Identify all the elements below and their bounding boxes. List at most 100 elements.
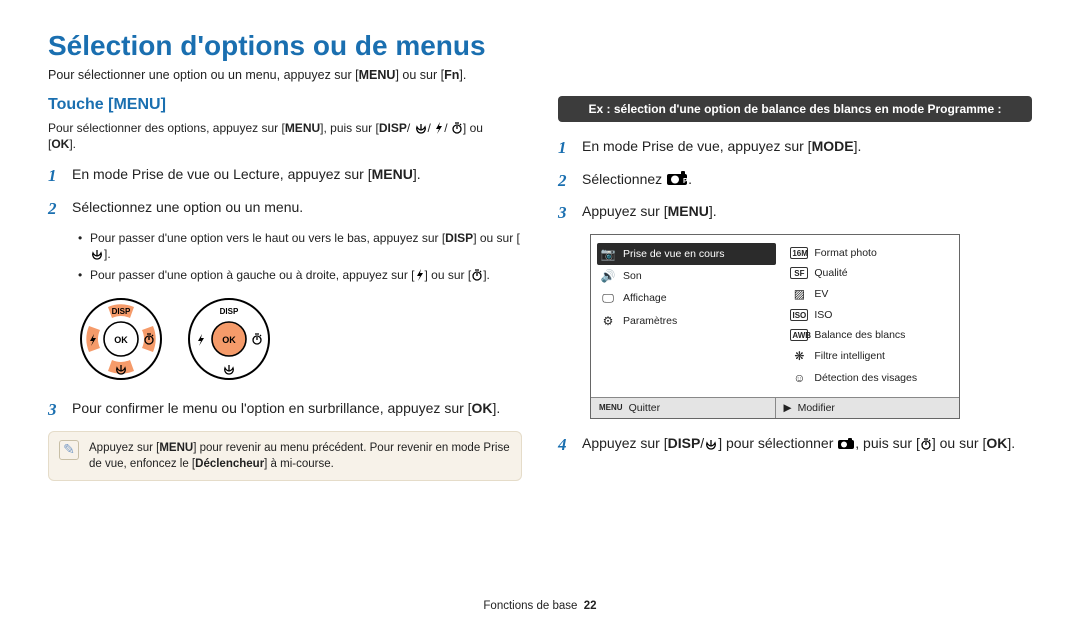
opt-face: ☺Détection des visages bbox=[788, 367, 953, 389]
t: ]. bbox=[483, 268, 490, 282]
t: ]. bbox=[104, 247, 111, 261]
menu-item-display: 🖵 Affichage bbox=[597, 287, 776, 310]
iso-icon: ISO bbox=[790, 309, 808, 321]
bullet: Pour passer d'une option vers le haut ou… bbox=[78, 230, 522, 264]
t: Appuyez sur [ bbox=[582, 203, 668, 219]
fn-key: Fn bbox=[444, 68, 459, 82]
label: Paramètres bbox=[623, 315, 677, 327]
step-number: 4 bbox=[558, 433, 572, 458]
t: Pour passer d'une option vers le haut ou… bbox=[90, 231, 445, 245]
tip-text: Appuyez sur [MENU] pour revenir au menu … bbox=[89, 440, 511, 472]
play-icon: ▶ bbox=[784, 402, 792, 414]
sep: / bbox=[444, 121, 447, 135]
menu-footer: MENU Quitter ▶ Modifier bbox=[591, 397, 959, 418]
opt-wb: AWBBalance des blancs bbox=[788, 325, 953, 345]
menu-key: MENU bbox=[372, 166, 413, 182]
shutter-label: Déclencheur bbox=[195, 458, 264, 470]
macro-icon bbox=[704, 438, 718, 450]
step-3: 3 Pour confirmer le menu ou l'option en … bbox=[48, 398, 522, 423]
tip-box: ✎ Appuyez sur [MENU] pour revenir au men… bbox=[48, 431, 522, 481]
t: ] à mi-course. bbox=[264, 458, 334, 470]
disp-key: DISP bbox=[379, 121, 407, 135]
t: Appuyez sur [ bbox=[582, 435, 668, 451]
note-icon: ✎ bbox=[59, 440, 79, 460]
menu-item-sound: 🔊 Son bbox=[597, 265, 776, 287]
step-text: Sélectionnez une option ou un menu. bbox=[72, 197, 303, 217]
intro-line: Pour sélectionner une option ou un menu,… bbox=[48, 68, 1032, 82]
menu-key: MENU bbox=[159, 442, 193, 454]
r-step-2: 2 Sélectionnez P. bbox=[558, 169, 1032, 194]
t: En mode Prise de vue, appuyez sur [ bbox=[582, 138, 812, 154]
intro-text-3: ]. bbox=[459, 68, 466, 82]
wb-icon: AWB bbox=[790, 329, 808, 341]
t: ], puis sur [ bbox=[320, 121, 379, 135]
intro-text-2: ] ou sur [ bbox=[395, 68, 444, 82]
step-number: 1 bbox=[48, 164, 62, 189]
footer-label: Fonctions de base bbox=[483, 600, 577, 612]
timer-icon bbox=[471, 269, 483, 281]
label: Affichage bbox=[623, 292, 667, 304]
footer-edit: ▶ Modifier bbox=[775, 398, 960, 418]
step-2-bullets: Pour passer d'une option vers le haut ou… bbox=[78, 230, 522, 284]
label: Qualité bbox=[814, 267, 847, 279]
disp-key: DISP bbox=[668, 435, 701, 451]
label: EV bbox=[814, 288, 828, 300]
step-text: Appuyez sur [DISP/] pour sélectionner , … bbox=[582, 433, 1015, 453]
ev-icon: ▨ bbox=[790, 287, 808, 301]
display-icon: 🖵 bbox=[599, 291, 617, 306]
example-label: Ex : sélection d'une option de balance d… bbox=[558, 96, 1032, 122]
r-step-3: 3 Appuyez sur [MENU]. bbox=[558, 201, 1032, 226]
t: ]. bbox=[709, 203, 717, 219]
t: ] ou sur [ bbox=[425, 268, 472, 282]
t: ] ou sur [ bbox=[932, 435, 986, 451]
filter-icon: ❋ bbox=[790, 349, 808, 363]
t: ]. bbox=[493, 400, 501, 416]
size-icon: 16M bbox=[790, 247, 808, 259]
sep: / bbox=[407, 121, 410, 135]
t: Sélectionnez bbox=[582, 171, 666, 187]
menu-item-shooting: 📷 Prise de vue en cours bbox=[597, 243, 776, 265]
opt-iso: ISOISO bbox=[788, 305, 953, 325]
page-title: Sélection d'options ou de menus bbox=[48, 30, 1032, 62]
dial-plain: DISP OK bbox=[184, 294, 274, 384]
left-intro: Pour sélectionner des options, appuyez s… bbox=[48, 120, 522, 152]
r-step-4: 4 Appuyez sur [DISP/] pour sélectionner … bbox=[558, 433, 1032, 458]
ok-key: OK bbox=[51, 137, 69, 151]
footer-quit: MENU Quitter bbox=[591, 398, 775, 418]
dial-highlighted: DISP OK bbox=[76, 294, 166, 384]
disp-key: DISP bbox=[445, 231, 473, 245]
disp-label: DISP bbox=[112, 307, 131, 316]
section-heading: Touche [MENU] bbox=[48, 96, 522, 114]
menu-key: MENU bbox=[359, 68, 396, 82]
mode-key: MODE bbox=[812, 138, 854, 154]
t: ] pour sélectionner bbox=[718, 435, 837, 451]
step-number: 2 bbox=[558, 169, 572, 194]
label: Son bbox=[623, 270, 642, 282]
bullet: Pour passer d'une option à gauche ou à d… bbox=[78, 267, 522, 284]
t: ] ou bbox=[463, 121, 483, 135]
right-column: Ex : sélection d'une option de balance d… bbox=[558, 96, 1032, 481]
menu-key: MENU bbox=[285, 121, 320, 135]
page-number: 22 bbox=[584, 600, 597, 612]
step-text: Sélectionnez P. bbox=[582, 169, 692, 189]
ok-label: OK bbox=[114, 335, 128, 345]
step-text: Pour confirmer le menu ou l'option en su… bbox=[72, 398, 500, 418]
t: Pour sélectionner des options, appuyez s… bbox=[48, 121, 285, 135]
menu-left-panel: 📷 Prise de vue en cours 🔊 Son 🖵 Affichag… bbox=[591, 235, 782, 397]
t: En mode Prise de vue ou Lecture, appuyez… bbox=[72, 166, 372, 182]
ok-key: OK bbox=[986, 435, 1007, 451]
t: ] ou sur [ bbox=[473, 231, 520, 245]
t: . bbox=[688, 171, 692, 187]
label: Quitter bbox=[629, 402, 661, 414]
step-1: 1 En mode Prise de vue ou Lecture, appuy… bbox=[48, 164, 522, 189]
label: Format photo bbox=[814, 247, 876, 259]
flash-icon bbox=[434, 122, 444, 134]
timer-icon bbox=[451, 122, 463, 134]
step-number: 3 bbox=[48, 398, 62, 423]
intro-text-1: Pour sélectionner une option ou un menu,… bbox=[48, 68, 359, 82]
t: ]. bbox=[1007, 435, 1015, 451]
timer-icon bbox=[920, 438, 932, 450]
sound-icon: 🔊 bbox=[599, 269, 617, 283]
ok-label: OK bbox=[222, 335, 236, 345]
control-dials: DISP OK DISP OK bbox=[76, 294, 522, 384]
